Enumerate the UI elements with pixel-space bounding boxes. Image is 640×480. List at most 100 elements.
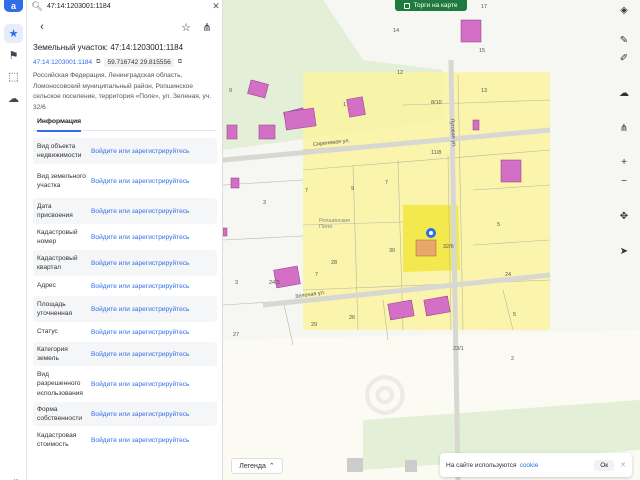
chevron-up-icon: ⌃ [268, 463, 275, 470]
table-row: Категория земель Войдите или зарегистриру… [33, 342, 217, 366]
locate-button[interactable]: ➤ [614, 241, 634, 261]
lot-number: 9 [351, 186, 355, 192]
flag-icon[interactable]: ⚑ [4, 46, 23, 65]
tab-bar: Информация [33, 115, 217, 132]
table-row: Площадь уточненная Войдите или зарегистри… [33, 296, 217, 322]
map-view[interactable]: Сиреневая ул. Луговая ул. Зеленая ул. Ро… [223, 0, 640, 480]
minus-icon: − [621, 175, 627, 187]
zoom-out-button[interactable]: − [614, 171, 634, 191]
share-button[interactable]: ⋔ [198, 18, 216, 36]
login-link[interactable]: Войдите или зарегистрируйтесь [91, 351, 217, 358]
search-bar[interactable]: 🔍︎ 47:14:1203001:1184 ✕ [27, 0, 222, 12]
login-link[interactable]: Войдите или зарегистрируйтесь [91, 283, 217, 290]
plus-icon: + [621, 156, 627, 168]
lot-number: 24 [505, 272, 512, 278]
coords-value: 59.716742 29.815556 [104, 58, 174, 67]
lot-number: 27 [233, 332, 240, 338]
login-link[interactable]: Войдите или зарегистрируйтесь [91, 411, 217, 418]
lot-number: 11/8 [431, 150, 442, 156]
row-key: Форма собственности [37, 405, 83, 423]
search-input[interactable]: 47:14:1203001:1184 [47, 3, 209, 10]
login-link[interactable]: Войдите или зарегистрируйтесь [91, 306, 217, 313]
row-key: Дата присвоения [37, 202, 73, 220]
parcel-block [303, 72, 550, 330]
lot-number: 23/1 [453, 346, 464, 352]
cookie-text: На сайте используются [446, 461, 517, 469]
select-area-icon[interactable]: ⬚ [4, 67, 23, 86]
copy-coords-icon[interactable]: ⧉ [178, 59, 182, 66]
lot-number: 24/3 [269, 280, 280, 286]
login-link[interactable]: Войдите или зарегистрируйтесь [91, 178, 217, 185]
coords-line: 47:14:1203001:1184 ⧉ 59.716742 29.815556… [33, 58, 182, 67]
logo-icon[interactable]: a [4, 0, 23, 12]
row-key: Вид земельного участка [37, 172, 86, 190]
login-link[interactable]: Войдите или зарегистрируйтесь [91, 260, 217, 267]
share-icon: ⋔ [619, 122, 629, 134]
lot-number: 3 [235, 280, 239, 286]
login-link[interactable]: Войдите или зарегистрируйтесь [91, 148, 217, 155]
row-key: Статус [37, 328, 58, 336]
table-row: Вид земельного участка Войдите или зареги… [33, 164, 217, 198]
star-icon[interactable]: ★ [4, 24, 23, 43]
info-table: Вид объекта недвижимости Войдите или заре… [33, 138, 217, 454]
lot-number: 1 [343, 102, 347, 108]
copy-icon[interactable]: ⧉ [96, 59, 100, 66]
cookie-ok-button[interactable]: Ок [594, 459, 615, 471]
lot-number: 5 [513, 312, 517, 318]
table-row: Кадастровый номер Войдите или зарегистрир… [33, 224, 217, 250]
layers-button[interactable]: ◈ [614, 0, 634, 20]
row-key: Категория земель [37, 345, 68, 363]
pencil-icon: ✎ [619, 34, 629, 46]
cadnum-link[interactable]: 47:14:1203001:1184 [33, 59, 92, 66]
lot-number: 28 [331, 260, 338, 266]
login-link[interactable]: Войдите или зарегистрируйтесь [91, 329, 217, 336]
close-icon[interactable]: ✕ [620, 461, 626, 469]
share-map-button[interactable]: ⋔ [614, 118, 634, 138]
edit-button[interactable]: ✐ [614, 48, 634, 68]
location-pin-icon[interactable] [426, 228, 436, 238]
lot-number: 13 [481, 88, 488, 94]
navigate-icon: ➤ [619, 245, 629, 257]
table-row: Статус Войдите или зарегистрируйтесь [33, 322, 217, 342]
ruler-button[interactable]: ✎ [614, 30, 634, 50]
legend-label: Легенда [239, 462, 266, 470]
lot-number: 15 [479, 48, 486, 54]
login-link[interactable]: Войдите или зарегистрируйтесь [91, 234, 217, 241]
login-link[interactable]: Войдите или зарегистрируйтесь [91, 208, 217, 215]
lot-number: 5 [497, 222, 501, 228]
zoom-in-button[interactable]: + [614, 152, 634, 172]
row-key: Площадь уточненная [37, 300, 73, 318]
row-key: Адрес [37, 282, 56, 290]
lot-number: 8/10 [431, 100, 442, 106]
logout-icon[interactable]: ⇥ [4, 472, 23, 480]
upload-button[interactable]: ☁ [614, 83, 634, 103]
close-icon[interactable]: ✕ [209, 1, 222, 12]
cloud-icon[interactable]: ☁ [4, 89, 23, 108]
app-root: a ★ ⚑ ⬚ ☁ ⇥ 🔍︎ 47:14:1203001:1184 ✕ ‹ ☆ … [0, 0, 640, 480]
login-link[interactable]: Войдите или зарегистрируйтесь [91, 437, 217, 444]
table-row: Вид объекта недвижимости Войдите или заре… [33, 138, 217, 164]
star-outline-icon: ☆ [181, 21, 191, 34]
selected-building [415, 239, 437, 257]
row-key: Вид разрешенного использования [37, 370, 83, 397]
torgi-toggle[interactable]: Торги на карте [395, 0, 467, 11]
cookie-link[interactable]: cookie [520, 462, 539, 469]
pan-button[interactable]: ✥ [614, 206, 634, 226]
row-key: Кадастровый номер [37, 228, 78, 246]
tab-info[interactable]: Информация [37, 118, 82, 132]
lot-number: 30 [389, 248, 396, 254]
login-link[interactable]: Войдите или зарегистрируйтесь [91, 381, 217, 388]
table-row: Форма собственности Войдите или зарегистр… [33, 402, 217, 426]
lot-number: 3 [263, 200, 267, 206]
table-row: Кадастровый квартал Войдите или зарегистр… [33, 250, 217, 276]
edit-icon: ✐ [619, 52, 629, 64]
lot-number: 7 [305, 188, 309, 194]
back-button[interactable]: ‹ [33, 18, 51, 36]
legend-button[interactable]: Легенда ⌃ [231, 458, 283, 474]
table-row: Кадастровая стоимость Войдите или зарегис… [33, 426, 217, 454]
favorite-button[interactable]: ☆ [177, 18, 195, 36]
address-text: Российская Федерация, Ленинградская обла… [33, 72, 212, 111]
grey-block [405, 460, 417, 472]
row-key: Кадастровый квартал [37, 254, 78, 272]
cloud-upload-icon: ☁ [619, 87, 629, 99]
